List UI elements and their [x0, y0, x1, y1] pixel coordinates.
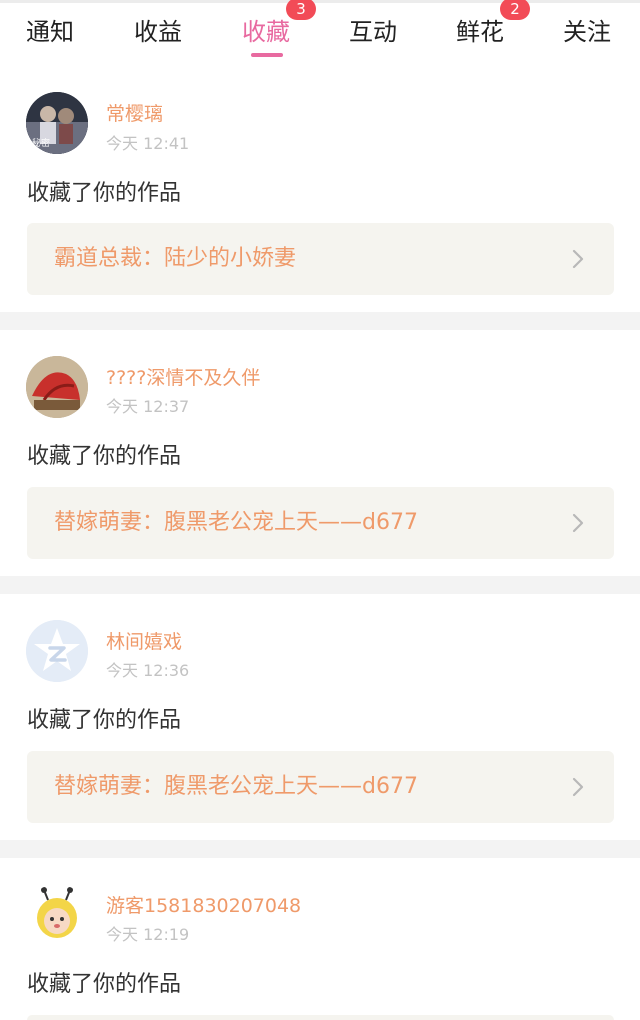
work-title: 替嫁萌妻：腹黑老公宠上天——d677 [54, 510, 418, 535]
tab-favorites[interactable]: 收藏 [242, 14, 290, 50]
favorites-badge: 3 [286, 0, 316, 20]
timestamp: 今天 12:36 [106, 661, 190, 680]
user-avatar[interactable]: 秘密 [26, 92, 88, 154]
divider [0, 576, 640, 594]
user-avatar[interactable] [26, 884, 88, 946]
tab-bar: 通知 收益 收藏 3 互动 鲜花 2 关注 [0, 0, 640, 62]
timestamp: 今天 12:37 [106, 397, 190, 416]
list-item: 游客1581830207048 今天 12:19 收藏了你的作品 [0, 858, 640, 1020]
action-text: 收藏了你的作品 [27, 708, 182, 733]
flowers-badge: 2 [500, 0, 530, 20]
username[interactable]: 林间嬉戏 [106, 627, 182, 654]
user-avatar[interactable] [26, 620, 88, 682]
list-item: 林间嬉戏 今天 12:36 收藏了你的作品 替嫁萌妻：腹黑老公宠上天——d677 [0, 594, 640, 840]
user-avatar[interactable] [26, 356, 88, 418]
list-item: ????深情不及久伴 今天 12:37 收藏了你的作品 替嫁萌妻：腹黑老公宠上天… [0, 330, 640, 576]
top-divider [0, 0, 640, 3]
active-tab-indicator [251, 53, 283, 57]
username[interactable]: 游客1581830207048 [106, 891, 301, 918]
chevron-right-icon [572, 249, 584, 269]
chevron-right-icon [572, 777, 584, 797]
work-link[interactable]: 替嫁萌妻：腹黑老公宠上天——d677 [27, 751, 614, 823]
action-text: 收藏了你的作品 [27, 972, 182, 997]
divider [0, 840, 640, 858]
work-link[interactable]: 替嫁萌妻：腹黑老公宠上天——d677 [27, 487, 614, 559]
work-title: 霸道总裁：陆少的小娇妻 [54, 246, 297, 271]
work-title: 替嫁萌妻：腹黑老公宠上天——d677 [54, 774, 418, 799]
tab-notifications[interactable]: 通知 [26, 14, 74, 50]
list-item: 秘密 常樱璃 今天 12:41 收藏了你的作品 霸道总裁：陆少的小娇妻 [0, 62, 640, 312]
work-link[interactable] [27, 1015, 614, 1020]
default-star-avatar-icon [26, 620, 88, 682]
photo-avatar-icon [26, 356, 88, 418]
action-text: 收藏了你的作品 [27, 181, 182, 206]
tab-flowers[interactable]: 鲜花 [456, 14, 504, 50]
timestamp: 今天 12:41 [106, 134, 190, 153]
username[interactable]: 常樱璃 [106, 99, 163, 126]
action-text: 收藏了你的作品 [27, 444, 182, 469]
tab-earnings[interactable]: 收益 [134, 14, 182, 50]
tab-interactions[interactable]: 互动 [349, 14, 397, 50]
timestamp: 今天 12:19 [106, 925, 190, 944]
tab-following[interactable]: 关注 [563, 14, 611, 50]
photo-avatar-icon: 秘密 [26, 92, 88, 154]
chevron-right-icon [572, 513, 584, 533]
divider [0, 312, 640, 330]
username[interactable]: ????深情不及久伴 [106, 363, 260, 390]
cartoon-baby-avatar-icon [26, 884, 88, 946]
work-link[interactable]: 霸道总裁：陆少的小娇妻 [27, 223, 614, 295]
svg-text:秘密: 秘密 [32, 137, 50, 149]
